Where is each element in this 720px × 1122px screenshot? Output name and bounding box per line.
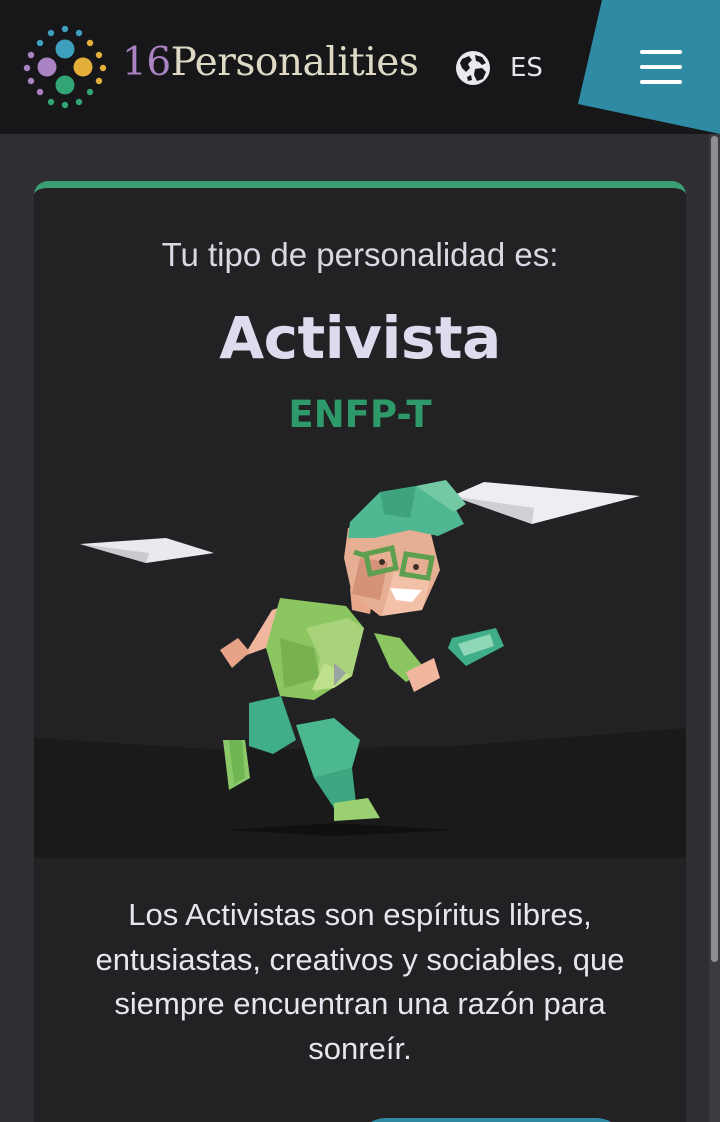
personality-type-name: Activista [219,304,501,372]
page: 16Personalities ES Tu tipo de personalid… [0,0,720,1122]
site-logo[interactable]: 16Personalities [20,22,419,112]
language-code: ES [510,53,543,83]
personality-result-card: Tu tipo de personalidad es: Activista EN… [34,181,686,1122]
ground-shape [34,728,686,858]
logo-word: Personalities [170,40,419,85]
continue-button[interactable] [356,1118,626,1122]
scrollbar-thumb[interactable] [711,136,718,962]
personality-description: Los Activistas son espíritus libres, ent… [95,897,625,1066]
result-intro-text: Tu tipo de personalidad es: [161,236,559,273]
language-selector[interactable]: ES [455,48,543,88]
campaigner-illustration [34,480,686,858]
hamburger-menu-icon-bar-middle [640,65,682,69]
globe-icon [456,51,490,85]
hamburger-menu-icon-bar-top [640,50,682,54]
hamburger-menu-icon-bar-bottom [640,80,682,84]
dots-logo-icon [23,25,107,109]
page-scrollbar[interactable] [709,134,720,1122]
hamburger-menu-button[interactable] [640,50,682,86]
logo-wordmark: 16Personalities [122,40,419,85]
logo-number: 16 [122,40,171,85]
personality-type-code: ENFP-T [288,393,432,436]
top-navigation-bar: 16Personalities ES [0,0,720,134]
